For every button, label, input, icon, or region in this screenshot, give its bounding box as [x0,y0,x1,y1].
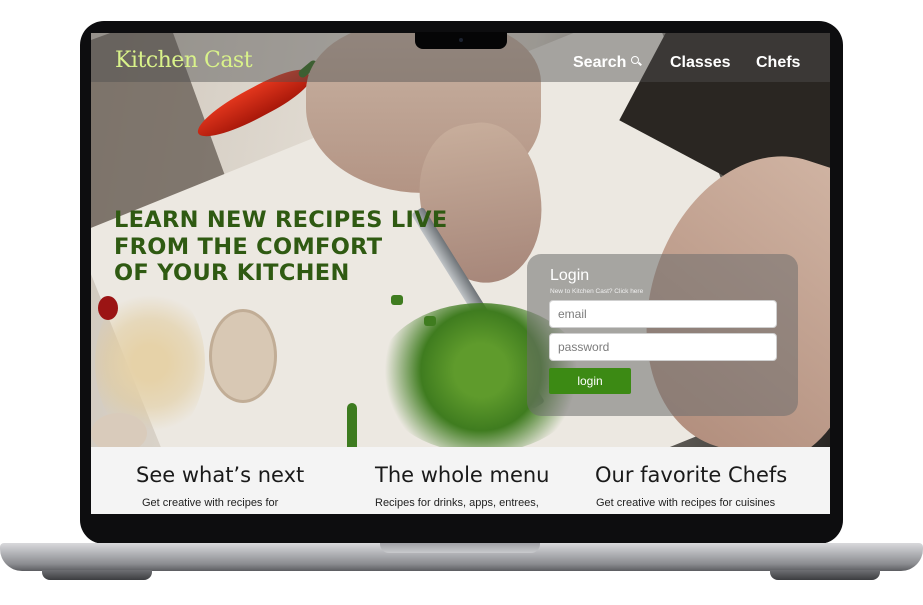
laptop-foot-left [42,570,152,580]
okra-piece [424,316,436,326]
signup-link[interactable]: New to Kitchen Cast? Click here [550,288,643,295]
login-card: Login New to Kitchen Cast? Click here em… [527,254,798,416]
nav-chefs[interactable]: Chefs [756,54,800,72]
feature-title[interactable]: The whole menu [375,463,550,487]
feature-text: Get creative with recipes for [142,497,279,509]
camera-notch [415,32,507,49]
feature-title[interactable]: See what’s next [136,463,304,487]
okra-piece [347,403,357,447]
mushroom-slice [209,309,277,403]
headline-line: OF YOUR KITCHEN [114,260,350,286]
nav-search-label: Search [573,54,627,71]
search-icon [631,56,641,66]
feature-text: Get creative with recipes for cuisines [596,497,776,509]
headline-line: LEARN NEW RECIPES LIVE [114,207,448,233]
mushroom-slice-2 [91,413,147,447]
okra-piece [391,295,403,305]
features-section: See what’s next Get creative with recipe… [91,447,830,514]
screen: Kitchen Cast Search Classes Chefs LEARN … [91,33,830,514]
login-button[interactable]: login [549,368,631,394]
login-title: Login [550,267,590,284]
laptop-opening-notch [380,543,540,553]
nav-classes[interactable]: Classes [670,54,731,72]
site-logo[interactable]: Kitchen Cast [115,48,253,73]
laptop-foot-right [770,570,880,580]
password-field[interactable]: password [549,333,777,361]
headline-line: FROM THE COMFORT [114,233,383,260]
berry [98,296,118,320]
hero-headline: LEARN NEW RECIPES LIVE FROM THE COMFORT … [114,207,474,287]
feature-title[interactable]: Our favorite Chefs [595,463,787,487]
nav-search[interactable]: Search [573,54,641,72]
email-field[interactable]: email [549,300,777,328]
feature-text: Recipes for drinks, apps, entrees, [375,497,539,509]
camera-icon [459,38,463,42]
